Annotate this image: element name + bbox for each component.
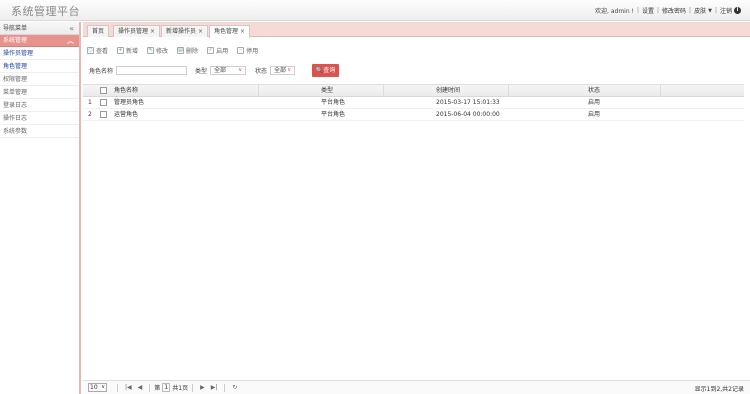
role-name-label: 角色名称 (89, 67, 114, 75)
page-number-input[interactable]: 1 (162, 383, 171, 392)
view-icon: ○ (87, 46, 94, 54)
tab-bar: 首页 操作员管理 × 新增操作员 × 角色管理 × (83, 22, 750, 38)
select-all-checkbox[interactable] (100, 87, 107, 94)
page-total: 共1页 (172, 385, 189, 392)
app-title: 系统管理平台 (11, 5, 80, 18)
type-select[interactable]: 全部 ∨ (210, 65, 247, 75)
status-select[interactable]: 全部 ∨ (270, 65, 296, 75)
type-label: 类型 (195, 67, 208, 75)
page-prefix: 第 (154, 385, 161, 392)
pagination-info: 显示1到2,共2记录 (694, 386, 744, 393)
sidebar-item-roles[interactable]: 角色管理 (0, 60, 79, 73)
double-chevron-up-icon[interactable]: ︽ (67, 35, 74, 47)
logout-link[interactable]: 注销 (720, 6, 732, 15)
edit-icon: ✎ (147, 46, 155, 54)
close-icon[interactable]: × (240, 28, 245, 35)
column-header-status[interactable]: 状态 (588, 85, 600, 97)
sidebar-group-label: 系统管理 (3, 37, 28, 44)
header-user-links: 欢迎, admin ! | 设置 | 修改密码 | 皮肤 ▼ | 注销 i (595, 6, 741, 15)
settings-link[interactable]: 设置 (642, 6, 654, 15)
skin-link[interactable]: 皮肤 (694, 6, 706, 15)
tab-home[interactable]: 首页 (87, 25, 110, 37)
next-page-icon[interactable]: ▶ (200, 384, 205, 391)
sidebar: 导航菜单 « 系统管理 ︽ 操作员管理 角色管理 权限管理 菜单管理 登录日志 … (0, 22, 81, 394)
last-page-icon[interactable]: ▶| (211, 384, 218, 391)
query-button[interactable]: 🔍查询 (312, 63, 340, 77)
double-chevron-left-icon[interactable]: « (69, 22, 74, 35)
add-button[interactable]: + 新增 (117, 45, 138, 55)
sidebar-item-menus[interactable]: 菜单管理 (0, 86, 79, 99)
refresh-icon[interactable]: ↻ (232, 384, 237, 391)
view-button[interactable]: ○ 查看 (87, 45, 108, 55)
sidebar-title: 导航菜单 (3, 25, 28, 32)
action-toolbar: ○ 查看 + 新增 ✎ 修改 ▤ 删除 ✓ 启用 – 停用 (87, 45, 267, 55)
enable-button[interactable]: ✓ 启用 (207, 45, 228, 55)
sidebar-item-parameters[interactable]: 系统参数 (0, 125, 79, 138)
page-size-select[interactable]: 10 ∨ (88, 383, 107, 392)
caret-down-icon[interactable]: ▼ (708, 8, 712, 14)
check-icon: ✓ (207, 46, 215, 54)
tab-operators[interactable]: 操作员管理 × (113, 25, 161, 37)
top-header: 系统管理平台 欢迎, admin ! | 设置 | 修改密码 | 皮肤 ▼ | … (0, 0, 750, 21)
table-header: 角色名称 类型 创建时间 状态 (83, 85, 744, 97)
main-content: 首页 操作员管理 × 新增操作员 × 角色管理 × ○ 查看 + 新增 ✎ 修改 ▤ … (83, 22, 750, 394)
prev-page-icon[interactable]: ◀ (138, 384, 143, 391)
stop-icon: – (237, 46, 245, 54)
tab-new-operator[interactable]: 新增操作员 × (161, 25, 209, 37)
chevron-down-icon: ∨ (238, 66, 243, 73)
column-header-name[interactable]: 角色名称 (114, 85, 138, 97)
chevron-down-icon: ∨ (101, 384, 105, 390)
greeting-text: 欢迎, admin ! (595, 8, 634, 15)
add-icon: + (117, 46, 125, 54)
table-row[interactable]: 2 运营角色 平台角色 2015-06-04 00:00:00 启用 (83, 109, 744, 121)
column-header-type[interactable]: 类型 (321, 85, 333, 97)
close-icon[interactable]: × (150, 28, 155, 35)
delete-icon: ▤ (177, 46, 185, 54)
sidebar-item-permissions[interactable]: 权限管理 (0, 73, 79, 86)
search-bar: 角色名称 类型 全部 ∨ 状态 全部 ∨ 🔍查询 (89, 63, 340, 77)
status-label: 状态 (255, 67, 268, 75)
pagination-bar: 10 ∨ |◀ ◀ 第 1 共1页 ▶ ▶| ↻ 显示1到2,共2记录 (83, 380, 750, 394)
role-name-input[interactable] (116, 65, 188, 75)
close-icon[interactable]: × (198, 28, 203, 35)
sidebar-item-operation-log[interactable]: 操作日志 (0, 112, 79, 125)
sidebar-item-operators[interactable]: 操作员管理 (0, 47, 79, 60)
table-row[interactable]: 1 管理员角色 平台角色 2015-03-17 15:01:33 启用 (83, 97, 744, 109)
chevron-down-icon: ∨ (287, 66, 292, 73)
disable-button[interactable]: – 停用 (237, 45, 258, 55)
info-icon[interactable]: i (734, 7, 741, 14)
row-checkbox[interactable] (100, 99, 107, 106)
change-password-link[interactable]: 修改密码 (662, 6, 686, 15)
row-checkbox[interactable] (100, 111, 107, 118)
column-header-created-time[interactable]: 创建时间 (436, 85, 460, 97)
delete-button[interactable]: ▤ 删除 (177, 45, 198, 55)
edit-button[interactable]: ✎ 修改 (147, 45, 168, 55)
sidebar-group-system[interactable]: 系统管理 ︽ (0, 35, 79, 47)
sidebar-header: 导航菜单 « (0, 22, 79, 35)
sidebar-item-login-log[interactable]: 登录日志 (0, 99, 79, 112)
tab-roles[interactable]: 角色管理 × (209, 25, 251, 38)
first-page-icon[interactable]: |◀ (125, 384, 132, 391)
roles-table: 角色名称 类型 创建时间 状态 1 管理员角色 平台角色 2015-03-17 … (83, 84, 744, 394)
